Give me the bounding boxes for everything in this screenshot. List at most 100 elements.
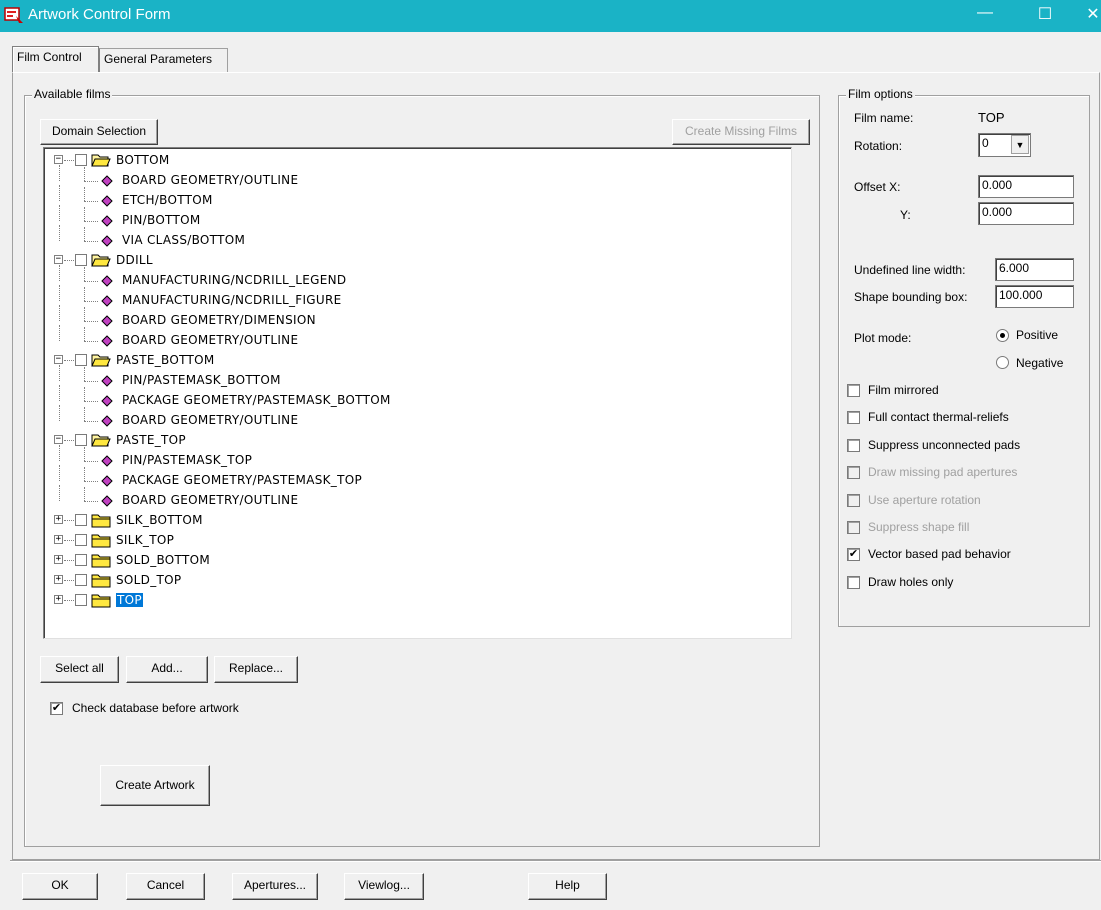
- film-option-label: Vector based pad behavior: [868, 547, 1011, 561]
- tree-item-row[interactable]: MANUFACTURING/NCDRILL_LEGEND: [44, 265, 784, 291]
- expand-icon[interactable]: +: [54, 555, 63, 564]
- tree-folder-row[interactable]: − PASTE_BOTTOM: [44, 351, 784, 371]
- tree-item-row[interactable]: BOARD GEOMETRY/OUTLINE: [44, 325, 784, 351]
- minimize-icon[interactable]: —: [970, 4, 1000, 22]
- tree-item-label: BOARD GEOMETRY/OUTLINE: [122, 413, 299, 427]
- tree-folder-row[interactable]: + TOP: [44, 591, 784, 611]
- film-checkbox[interactable]: [75, 354, 87, 366]
- replace-button[interactable]: Replace...: [214, 656, 298, 683]
- film-option-checkbox[interactable]: [847, 576, 860, 589]
- expand-icon[interactable]: +: [54, 535, 63, 544]
- expand-icon[interactable]: +: [54, 595, 63, 604]
- tree-item-row[interactable]: BOARD GEOMETRY/OUTLINE: [44, 165, 784, 191]
- tree-connector: [84, 307, 85, 321]
- create-missing-films-button[interactable]: Create Missing Films: [672, 119, 810, 145]
- collapse-icon[interactable]: −: [54, 355, 63, 364]
- film-checkbox[interactable]: [75, 514, 87, 526]
- tree-folder-label: PASTE_BOTTOM: [116, 353, 215, 367]
- viewlog-button[interactable]: Viewlog...: [344, 873, 424, 900]
- tree-connector: [59, 485, 60, 501]
- negative-radio[interactable]: [996, 356, 1009, 369]
- tree-item-row[interactable]: PIN/PASTEMASK_TOP: [44, 445, 784, 471]
- film-option-checkbox[interactable]: [847, 411, 860, 424]
- tree-connector: [59, 405, 60, 421]
- collapse-icon[interactable]: −: [54, 435, 63, 444]
- film-checkbox[interactable]: [75, 554, 87, 566]
- film-layer-icon: [101, 215, 113, 227]
- film-layer-icon: [101, 455, 113, 467]
- positive-radio[interactable]: [996, 329, 1009, 342]
- film-checkbox[interactable]: [75, 534, 87, 546]
- chevron-down-icon[interactable]: ▼: [1011, 135, 1029, 154]
- film-option-checkbox[interactable]: [847, 521, 860, 534]
- tree-connector: [64, 160, 74, 161]
- tree-item-row[interactable]: BOARD GEOMETRY/OUTLINE: [44, 485, 784, 511]
- film-checkbox[interactable]: [75, 594, 87, 606]
- tree-connector: [84, 461, 98, 462]
- expand-icon[interactable]: +: [54, 575, 63, 584]
- folder-icon: [91, 434, 111, 447]
- films-tree[interactable]: − BOTTOM BOARD GEOMETRY/OUTLINE ETCH/BOTTOM…: [43, 147, 792, 639]
- tree-item-row[interactable]: MANUFACTURING/NCDRILL_FIGURE: [44, 285, 784, 311]
- collapse-icon[interactable]: −: [54, 155, 63, 164]
- film-checkbox[interactable]: [75, 434, 87, 446]
- expand-icon[interactable]: +: [54, 515, 63, 524]
- tree-item-row[interactable]: ETCH/BOTTOM: [44, 185, 784, 211]
- tree-connector: [84, 447, 85, 461]
- tree-connector: [84, 287, 85, 301]
- add-button[interactable]: Add...: [126, 656, 208, 683]
- film-option-checkbox[interactable]: [847, 466, 860, 479]
- tree-item-row[interactable]: PACKAGE GEOMETRY/PASTEMASK_BOTTOM: [44, 385, 784, 411]
- film-checkbox[interactable]: [75, 154, 87, 166]
- undefined-line-width-input[interactable]: 6.000: [995, 258, 1074, 281]
- cancel-button[interactable]: Cancel: [126, 873, 205, 900]
- tree-connector: [59, 185, 60, 201]
- tree-folder-row[interactable]: + SILK_TOP: [44, 531, 784, 551]
- tree-folder-row[interactable]: + SOLD_TOP: [44, 571, 784, 591]
- negative-label: Negative: [1016, 356, 1064, 370]
- tree-item-row[interactable]: VIA CLASS/BOTTOM: [44, 225, 784, 251]
- offset-x-input[interactable]: 0.000: [978, 175, 1074, 198]
- film-checkbox[interactable]: [75, 574, 87, 586]
- folder-icon: [91, 574, 111, 588]
- create-artwork-button[interactable]: Create Artwork: [100, 765, 210, 806]
- tree-folder-label: SILK_TOP: [116, 533, 175, 547]
- close-icon[interactable]: ✕: [1085, 4, 1101, 24]
- film-options-legend: Film options: [846, 87, 915, 101]
- select-all-button[interactable]: Select all: [40, 656, 119, 683]
- tree-item-row[interactable]: PACKAGE GEOMETRY/PASTEMASK_TOP: [44, 465, 784, 491]
- film-option-checkbox[interactable]: [847, 384, 860, 397]
- tree-connector: [84, 321, 98, 322]
- tree-connector: [84, 407, 85, 421]
- tree-folder-row[interactable]: − BOTTOM: [44, 151, 784, 171]
- film-option-checkbox[interactable]: [847, 439, 860, 452]
- tree-item-row[interactable]: PIN/PASTEMASK_BOTTOM: [44, 365, 784, 391]
- check-database-label: Check database before artwork: [72, 701, 239, 715]
- tree-folder-label: TOP: [116, 593, 143, 607]
- offset-y-input[interactable]: 0.000: [978, 202, 1074, 225]
- tree-folder-label: SOLD_BOTTOM: [116, 553, 211, 567]
- rotation-select[interactable]: 0 ▼: [978, 133, 1031, 157]
- tab-general-parameters[interactable]: General Parameters: [99, 48, 228, 72]
- film-option-checkbox[interactable]: [847, 494, 860, 507]
- film-option-checkbox[interactable]: ✔: [847, 548, 860, 561]
- film-checkbox[interactable]: [75, 254, 87, 266]
- domain-selection-button[interactable]: Domain Selection: [40, 119, 158, 145]
- tree-folder-row[interactable]: − DDILL: [44, 251, 784, 271]
- film-layer-icon: [101, 195, 113, 207]
- tab-film-control[interactable]: Film Control: [12, 46, 99, 72]
- shape-bounding-box-input[interactable]: 100.000: [995, 285, 1074, 308]
- tree-item-row[interactable]: BOARD GEOMETRY/OUTLINE: [44, 405, 784, 431]
- tree-folder-row[interactable]: + SOLD_BOTTOM: [44, 551, 784, 571]
- collapse-icon[interactable]: −: [54, 255, 63, 264]
- check-database-checkbox[interactable]: ✔: [50, 702, 63, 715]
- help-button[interactable]: Help: [528, 873, 607, 900]
- film-layer-icon: [101, 175, 113, 187]
- ok-button[interactable]: OK: [22, 873, 98, 900]
- tree-item-row[interactable]: PIN/BOTTOM: [44, 205, 784, 231]
- apertures-button[interactable]: Apertures...: [232, 873, 318, 900]
- tree-item-row[interactable]: BOARD GEOMETRY/DIMENSION: [44, 305, 784, 331]
- tree-folder-row[interactable]: + SILK_BOTTOM: [44, 511, 784, 531]
- tree-folder-row[interactable]: − PASTE_TOP: [44, 431, 784, 451]
- maximize-icon[interactable]: ☐: [1030, 4, 1060, 24]
